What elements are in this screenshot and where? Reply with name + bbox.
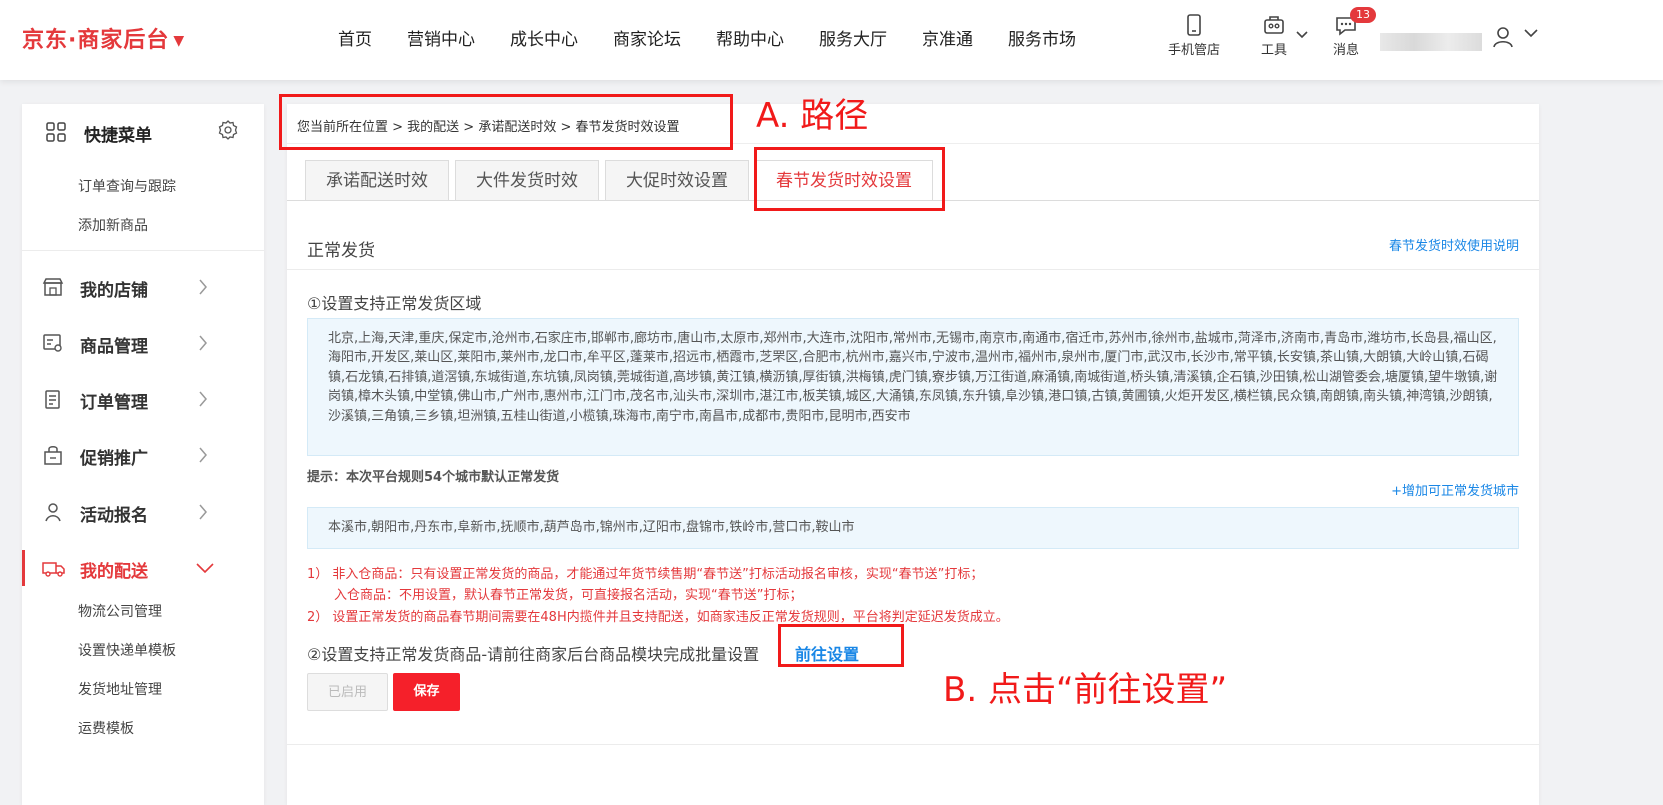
chevron-down-icon (196, 563, 214, 573)
gear-icon[interactable] (218, 120, 238, 140)
chevron-right-icon (199, 279, 207, 295)
toolbox-icon (1264, 16, 1284, 34)
user-icon[interactable] (1492, 26, 1514, 48)
jd-merchant-logo[interactable]: 京东·商家后台 ▼ (22, 22, 185, 54)
annotation-box-goto (778, 624, 904, 667)
sidebar-item-label: 促销推广 (80, 449, 148, 469)
top-navbar: 京东·商家后台 ▼ 首页 营销中心 成长中心 商家论坛 帮助中心 服务大厅 京准通… (0, 0, 1663, 80)
chevron-right-icon (199, 335, 207, 351)
tab-large-item-delivery[interactable]: 大件发货时效 (455, 160, 599, 200)
tab-big-promo[interactable]: 大促时效设置 (605, 160, 749, 200)
quick-item-add-product[interactable]: 添加新商品 (78, 215, 148, 235)
username-blurred (1380, 33, 1482, 51)
sidebar-item-label: 活动报名 (80, 506, 148, 526)
sidebar-item-label: 我的店铺 (80, 281, 148, 301)
sidebar-item-my-store[interactable]: 我的店铺 (22, 267, 264, 307)
sidebar-item-label: 我的配送 (80, 562, 148, 582)
logo-dropdown-icon[interactable]: ▼ (173, 33, 185, 49)
nav-help[interactable]: 帮助中心 (716, 25, 784, 50)
annotation-box-path (279, 94, 733, 150)
nav-growth[interactable]: 成长中心 (510, 25, 578, 50)
save-button[interactable]: 保存 (393, 673, 460, 711)
main-nav: 首页 营销中心 成长中心 商家论坛 帮助中心 服务大厅 京准通 服务市场 (338, 25, 1111, 50)
messages-label: 消息 (1333, 43, 1360, 58)
nav-marketing[interactable]: 营销中心 (407, 25, 475, 50)
store-icon (42, 278, 64, 296)
chevron-right-icon (199, 447, 207, 463)
tools-label: 工具 (1261, 43, 1288, 58)
nav-home[interactable]: 首页 (338, 25, 372, 50)
tools-chevron-down-icon[interactable] (1296, 31, 1308, 39)
grid-icon (46, 122, 66, 142)
annotation-label-b: B. 点击“前往设置” (943, 670, 1228, 710)
sub-item-logistics-company[interactable]: 物流公司管理 (78, 601, 162, 621)
sidebar-item-activity-signup[interactable]: 活动报名 (22, 492, 264, 532)
added-cities-box: 本溪市,朝阳市,丹东市,阜新市,抚顺市,葫芦岛市,锦州市,辽阳市,盘锦市,铁岭市… (307, 507, 1519, 549)
supported-regions-box: 北京,上海,天津,重庆,保定市,沧州市,石家庄市,邯郸市,廊坊市,唐山市,太原市… (307, 318, 1519, 456)
step2-title: ②设置支持正常发货商品-请前往商家后台商品模块完成批量设置 (307, 645, 760, 664)
sub-item-waybill-template[interactable]: 设置快递单模板 (78, 640, 176, 660)
quick-menu-title: 快捷菜单 (84, 126, 152, 146)
sidebar: 快捷菜单 订单查询与跟踪 添加新商品 我的店铺 商品管理 订单管理 促销推广 活… (22, 104, 264, 805)
phone-icon (1187, 14, 1201, 36)
message-count-badge: 13 (1350, 7, 1376, 23)
product-icon (43, 334, 62, 352)
annotation-box-tab (754, 147, 945, 211)
step1-title: ①设置支持正常发货区域 (307, 294, 482, 313)
add-city-link[interactable]: +增加可正常发货城市 (1391, 480, 1519, 499)
quick-item-order-tracking[interactable]: 订单查询与跟踪 (78, 176, 176, 196)
rule-line-1: 1） 非入仓商品：只有设置正常发货的商品，才能通过年货节续售期“春节送”打标活动… (307, 567, 984, 582)
chevron-right-icon (199, 391, 207, 407)
divider (22, 250, 264, 251)
chevron-right-icon (199, 504, 207, 520)
rule-line-2: 入仓商品：不用设置，默认春节正常发货，可直接报名活动，实现“春节送”打标； (334, 588, 803, 603)
nav-forum[interactable]: 商家论坛 (613, 25, 681, 50)
usage-help-link[interactable]: 春节发货时效使用说明 (1389, 235, 1519, 254)
annotation-label-a: A. 路径 (756, 96, 869, 136)
mobile-manage-label: 手机管店 (1168, 43, 1221, 58)
sub-item-shipping-address[interactable]: 发货地址管理 (78, 679, 162, 699)
sidebar-item-order-management[interactable]: 订单管理 (22, 379, 264, 419)
tab-promised-delivery[interactable]: 承诺配送时效 (305, 160, 449, 200)
nav-service-hall[interactable]: 服务大厅 (819, 25, 887, 50)
sidebar-item-label: 订单管理 (80, 393, 148, 413)
promotion-bag-icon (44, 446, 62, 465)
mobile-manage-button[interactable]: 手机管店 (1168, 14, 1220, 58)
sub-item-freight-template[interactable]: 运费模板 (78, 718, 134, 738)
sidebar-item-product-management[interactable]: 商品管理 (22, 323, 264, 363)
divider (287, 269, 1539, 270)
sidebar-item-promotion[interactable]: 促销推广 (22, 435, 264, 475)
user-chevron-down-icon[interactable] (1524, 29, 1538, 38)
sidebar-item-my-delivery[interactable]: 我的配送 (22, 548, 264, 588)
nav-jingzhuntong[interactable]: 京准通 (922, 25, 973, 50)
section-title: 正常发货 (307, 241, 375, 261)
enabled-button: 已启用 (307, 673, 388, 711)
clipboard-icon (45, 390, 60, 409)
sidebar-item-label: 商品管理 (80, 337, 148, 357)
default-cities-tip: 提示：本次平台规则54个城市默认正常发货 (307, 470, 560, 485)
nav-service-market[interactable]: 服务市场 (1008, 25, 1076, 50)
tools-button[interactable]: 工具 (1261, 14, 1287, 58)
activity-icon (45, 503, 61, 522)
quick-menu-header: 快捷菜单 (22, 104, 264, 160)
rule-line-3: 2） 设置正常发货的商品春节期间需要在48H内揽件并且支持配送，如商家违反正常发… (307, 610, 1009, 625)
divider (287, 744, 1539, 745)
delivery-truck-icon (42, 562, 65, 577)
